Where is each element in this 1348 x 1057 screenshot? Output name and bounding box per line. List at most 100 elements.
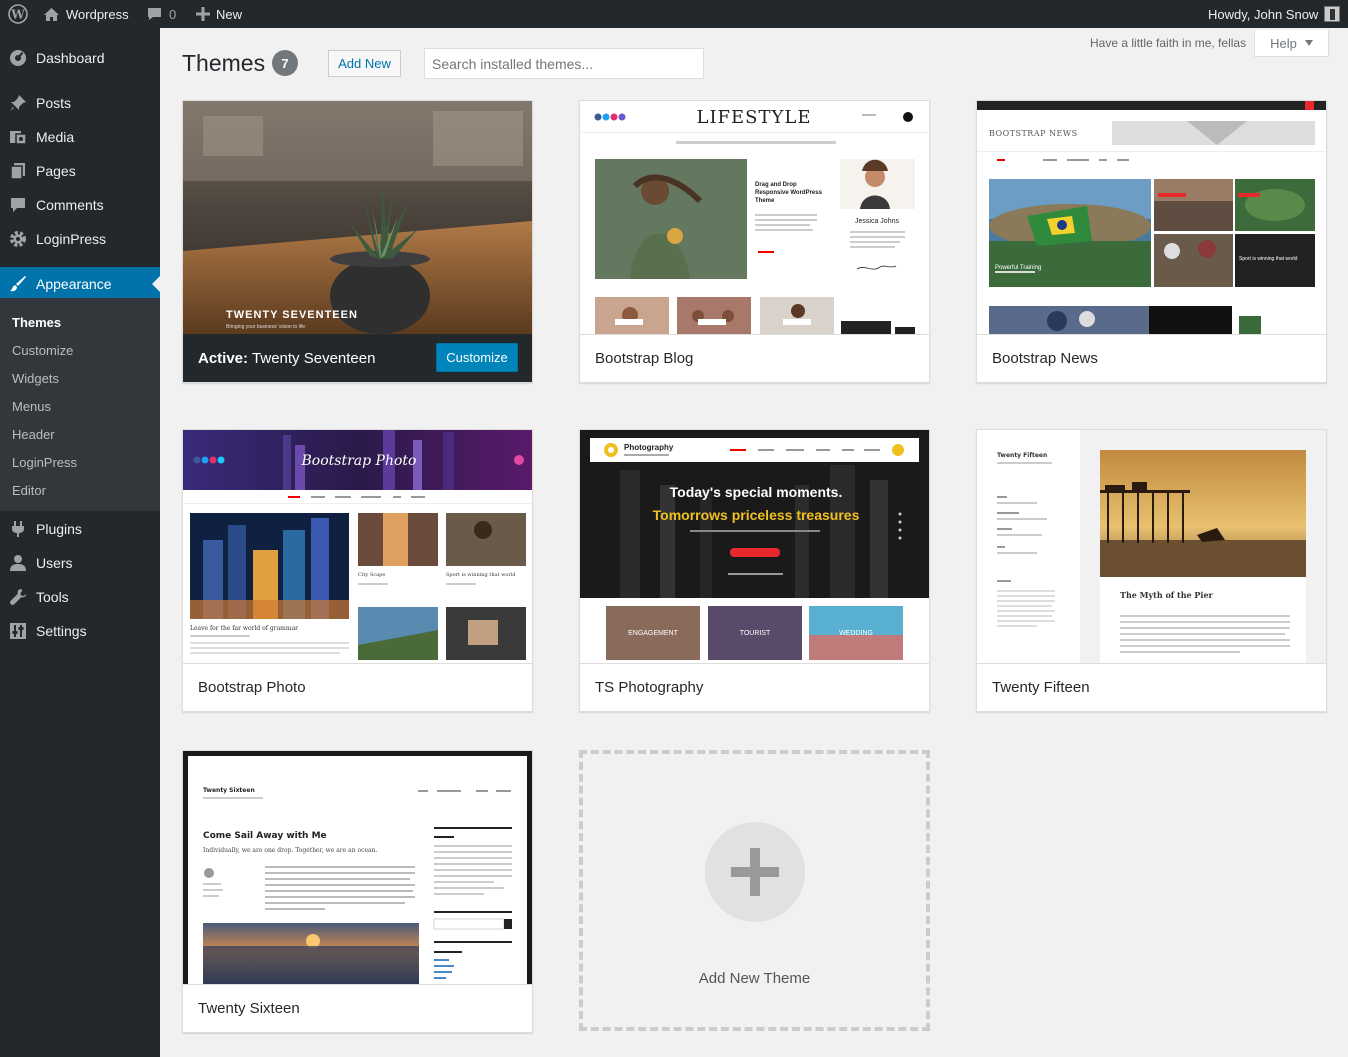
user-icon bbox=[0, 554, 36, 572]
theme-name: Bootstrap News bbox=[992, 350, 1098, 367]
menu-loginpress[interactable]: LoginPress bbox=[0, 222, 160, 256]
home-icon bbox=[44, 7, 59, 21]
comment-icon bbox=[148, 8, 161, 20]
shot-line-1: Today's special moments. bbox=[670, 484, 843, 500]
theme-count-badge: 7 bbox=[272, 50, 298, 76]
theme-card-twenty-sixteen[interactable]: Twenty Sixteen Come Sail Away with Me In… bbox=[182, 750, 533, 1033]
submenu-header[interactable]: Header bbox=[12, 427, 55, 442]
new-content-link[interactable]: New bbox=[196, 0, 242, 28]
plug-icon bbox=[0, 520, 36, 538]
theme-screenshot[interactable]: Photography Today's special moments. Tom… bbox=[580, 430, 929, 663]
theme-caption: TS Photography bbox=[580, 663, 929, 711]
menu-label: Tools bbox=[36, 589, 69, 605]
theme-name: Bootstrap Blog bbox=[595, 350, 694, 367]
theme-caption: Bootstrap Photo bbox=[183, 663, 532, 711]
shot-side-1: City Scape bbox=[358, 572, 385, 578]
comment-icon bbox=[0, 196, 36, 214]
dashboard-icon bbox=[0, 49, 36, 67]
appearance-submenu: Themes Customize Widgets Menus Header Lo… bbox=[0, 298, 160, 511]
comments-link[interactable]: 0 bbox=[146, 0, 176, 28]
menu-dashboard[interactable]: Dashboard bbox=[0, 41, 160, 75]
shot-site-title: Twenty Sixteen bbox=[203, 787, 255, 794]
howdy-text: Howdy, John Snow bbox=[1208, 6, 1319, 22]
comments-count: 0 bbox=[169, 6, 177, 22]
svg-text:W: W bbox=[10, 8, 25, 22]
theme-name: Twenty Sixteen bbox=[198, 1000, 300, 1017]
menu-users[interactable]: Users bbox=[0, 546, 160, 580]
submenu-editor[interactable]: Editor bbox=[12, 483, 46, 498]
menu-label: Posts bbox=[36, 95, 72, 111]
theme-name: Twenty Fifteen bbox=[992, 679, 1090, 696]
menu-posts[interactable]: Posts bbox=[0, 86, 160, 120]
search-themes-input[interactable] bbox=[424, 48, 704, 79]
submenu-customize[interactable]: Customize bbox=[12, 343, 73, 358]
wordpress-logo-icon[interactable]: W bbox=[8, 0, 28, 28]
hello-dolly-text: Have a little faith in me, fellas bbox=[1090, 36, 1247, 50]
page-title: Themes bbox=[182, 50, 266, 76]
pages-icon bbox=[0, 162, 36, 180]
admin-bar: W Wordpress 0 New Howdy, John Snow bbox=[0, 0, 1348, 28]
shot-line-2: Tomorrows priceless treasures bbox=[653, 507, 860, 523]
menu-appearance[interactable]: Appearance bbox=[0, 267, 160, 301]
menu-label: Plugins bbox=[36, 521, 82, 537]
shot-post-title: The Myth of the Pier bbox=[1120, 590, 1214, 600]
theme-card-bootstrap-news[interactable]: BOOTSTRAP NEWS Powerful Training Sport i… bbox=[976, 100, 1327, 383]
theme-card-bootstrap-photo[interactable]: Bootstrap Photo Leave for the far world … bbox=[182, 429, 533, 712]
theme-card-twenty-fifteen[interactable]: Twenty Fifteen The Myth of the Pier Twen… bbox=[976, 429, 1327, 712]
menu-plugins[interactable]: Plugins bbox=[0, 512, 160, 546]
menu-tools[interactable]: Tools bbox=[0, 580, 160, 614]
shot-post-title: Drag and Drop Responsive WordPress Theme bbox=[755, 182, 822, 204]
submenu-loginpress[interactable]: LoginPress bbox=[12, 455, 77, 470]
theme-screenshot[interactable]: BOOTSTRAP NEWS Powerful Training Sport i… bbox=[977, 101, 1326, 334]
theme-card-twenty-seventeen[interactable]: TWENTY SEVENTEEN Bringing your business'… bbox=[182, 100, 533, 383]
plus-icon bbox=[705, 822, 805, 922]
submenu-widgets[interactable]: Widgets bbox=[12, 371, 59, 386]
submenu-themes[interactable]: Themes bbox=[12, 315, 61, 330]
menu-media[interactable]: Media bbox=[0, 120, 160, 154]
menu-label: LoginPress bbox=[36, 231, 107, 247]
avatar bbox=[1324, 6, 1341, 22]
shot-story-1: Powerful Training bbox=[995, 265, 1041, 271]
wrench-icon bbox=[0, 588, 36, 606]
menu-settings[interactable]: Settings bbox=[0, 614, 160, 648]
theme-caption: Twenty Sixteen bbox=[183, 984, 532, 1032]
theme-screenshot[interactable]: Twenty Sixteen Come Sail Away with Me In… bbox=[183, 751, 532, 984]
shot-post-title: Come Sail Away with Me bbox=[203, 831, 327, 841]
shot-title: BOOTSTRAP NEWS bbox=[989, 129, 1078, 138]
add-new-theme-card[interactable]: Add New Theme bbox=[579, 750, 930, 1031]
menu-comments[interactable]: Comments bbox=[0, 188, 160, 222]
theme-screenshot[interactable]: TWENTY SEVENTEEN Bringing your business'… bbox=[183, 101, 532, 334]
menu-label: Users bbox=[36, 555, 73, 571]
menu-label: Dashboard bbox=[36, 50, 105, 66]
menu-label: Settings bbox=[36, 623, 87, 639]
theme-screenshot[interactable]: Twenty Fifteen The Myth of the Pier bbox=[977, 430, 1326, 663]
add-new-button[interactable]: Add New bbox=[328, 50, 401, 77]
my-account-link[interactable]: Howdy, John Snow bbox=[1208, 0, 1341, 28]
active-label: Active: bbox=[198, 349, 249, 367]
shot-title: Bootstrap Photo bbox=[301, 453, 417, 469]
help-label: Help bbox=[1270, 35, 1297, 51]
menu-label: Media bbox=[36, 129, 75, 145]
theme-card-bootstrap-blog[interactable]: LIFESTYLE Drag and Drop Responsive WordP… bbox=[579, 100, 930, 383]
pin-icon bbox=[0, 94, 36, 112]
shot-post-title: Leave for the far world of grammar bbox=[190, 625, 298, 632]
theme-name: Bootstrap Photo bbox=[198, 679, 306, 696]
menu-label: Pages bbox=[36, 163, 76, 179]
shot-story-2: Sport is winning that world bbox=[1239, 256, 1298, 262]
menu-pages[interactable]: Pages bbox=[0, 154, 160, 188]
submenu-menus[interactable]: Menus bbox=[12, 399, 51, 414]
site-name: Wordpress bbox=[66, 6, 129, 22]
caret-down-icon bbox=[1304, 40, 1313, 46]
help-button[interactable]: Help bbox=[1254, 30, 1329, 57]
shot-subtitle: Bringing your business' vision to life bbox=[226, 324, 305, 330]
theme-card-ts-photography[interactable]: Photography Today's special moments. Tom… bbox=[579, 429, 930, 712]
customize-button[interactable]: Customize bbox=[436, 343, 518, 372]
theme-caption: Bootstrap Blog bbox=[580, 334, 929, 382]
menu-label: Appearance bbox=[36, 276, 112, 292]
theme-screenshot[interactable]: Bootstrap Photo Leave for the far world … bbox=[183, 430, 532, 663]
site-name-link[interactable]: Wordpress bbox=[43, 0, 129, 28]
gear-icon bbox=[0, 230, 36, 248]
shot-logo: Photography bbox=[624, 443, 674, 452]
theme-screenshot[interactable]: LIFESTYLE Drag and Drop Responsive WordP… bbox=[580, 101, 929, 334]
shot-site-title: Twenty Fifteen bbox=[997, 452, 1047, 459]
